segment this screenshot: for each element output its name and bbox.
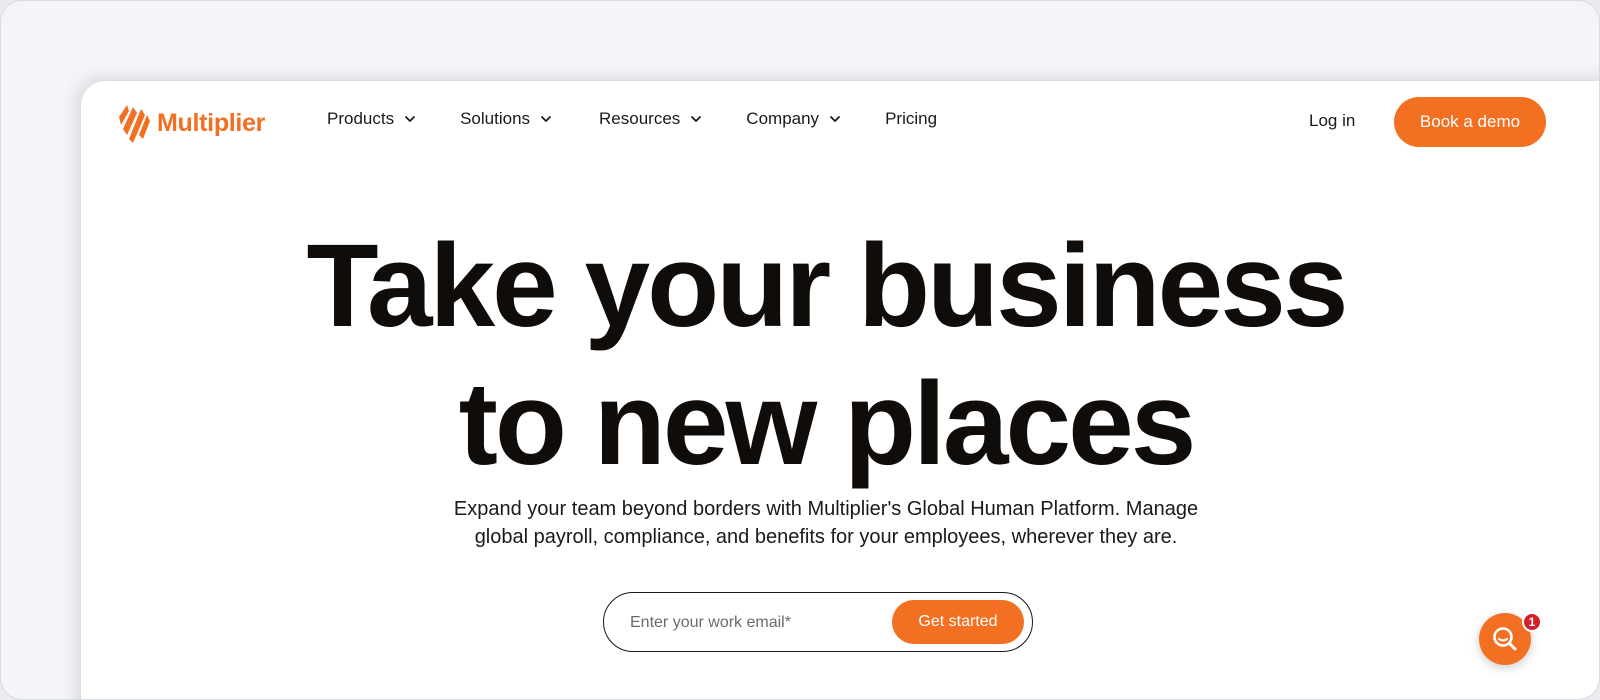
main-menu: Products Solutions Resources Company Pri…: [327, 109, 977, 129]
browser-page: Multiplier Products Solutions Resources …: [81, 81, 1599, 699]
notification-badge: 1: [1522, 612, 1542, 632]
chevron-down-icon: [830, 116, 840, 122]
nav-item-label: Company: [746, 109, 820, 128]
nav-item-pricing[interactable]: Pricing: [885, 109, 937, 129]
top-navigation: Multiplier Products Solutions Resources …: [81, 81, 1571, 163]
nav-item-label: Resources: [599, 109, 681, 128]
nav-item-label: Pricing: [885, 109, 938, 128]
screenshot-frame: Multiplier Products Solutions Resources …: [0, 0, 1600, 700]
hero-title-line: Take your business: [306, 220, 1349, 352]
nav-item-label: Products: [327, 109, 395, 128]
login-link[interactable]: Log in: [1309, 111, 1355, 131]
chevron-down-icon: [541, 116, 551, 122]
get-started-button[interactable]: Get started: [892, 600, 1024, 644]
hero-subtitle-line: Expand your team beyond borders with Mul…: [453, 498, 1199, 520]
nav-item-resources[interactable]: Resources: [599, 109, 703, 129]
work-email-input[interactable]: [628, 607, 882, 639]
nav-item-label: Solutions: [460, 109, 531, 128]
nav-item-products[interactable]: Products: [327, 109, 417, 129]
book-demo-button[interactable]: Book a demo: [1394, 97, 1546, 147]
brand-logo[interactable]: Multiplier: [117, 101, 265, 145]
multiplier-logo-icon: [119, 105, 150, 143]
hero-subtitle-line: global payroll, compliance, and benefits…: [474, 526, 1178, 548]
hero-subtitle: Expand your team beyond borders with Mul…: [351, 495, 1301, 551]
nav-item-solutions[interactable]: Solutions: [460, 109, 553, 129]
chevron-down-icon: [405, 116, 415, 122]
chevron-down-icon: [691, 116, 702, 122]
email-signup-form: Get started: [603, 592, 1033, 652]
chat-search-icon: [1493, 627, 1517, 651]
hero-title: Take your business to new places: [81, 217, 1571, 493]
nav-item-company[interactable]: Company: [746, 109, 842, 129]
hero-title-line: to new places: [458, 358, 1197, 490]
brand-name: Multiplier: [157, 108, 266, 137]
